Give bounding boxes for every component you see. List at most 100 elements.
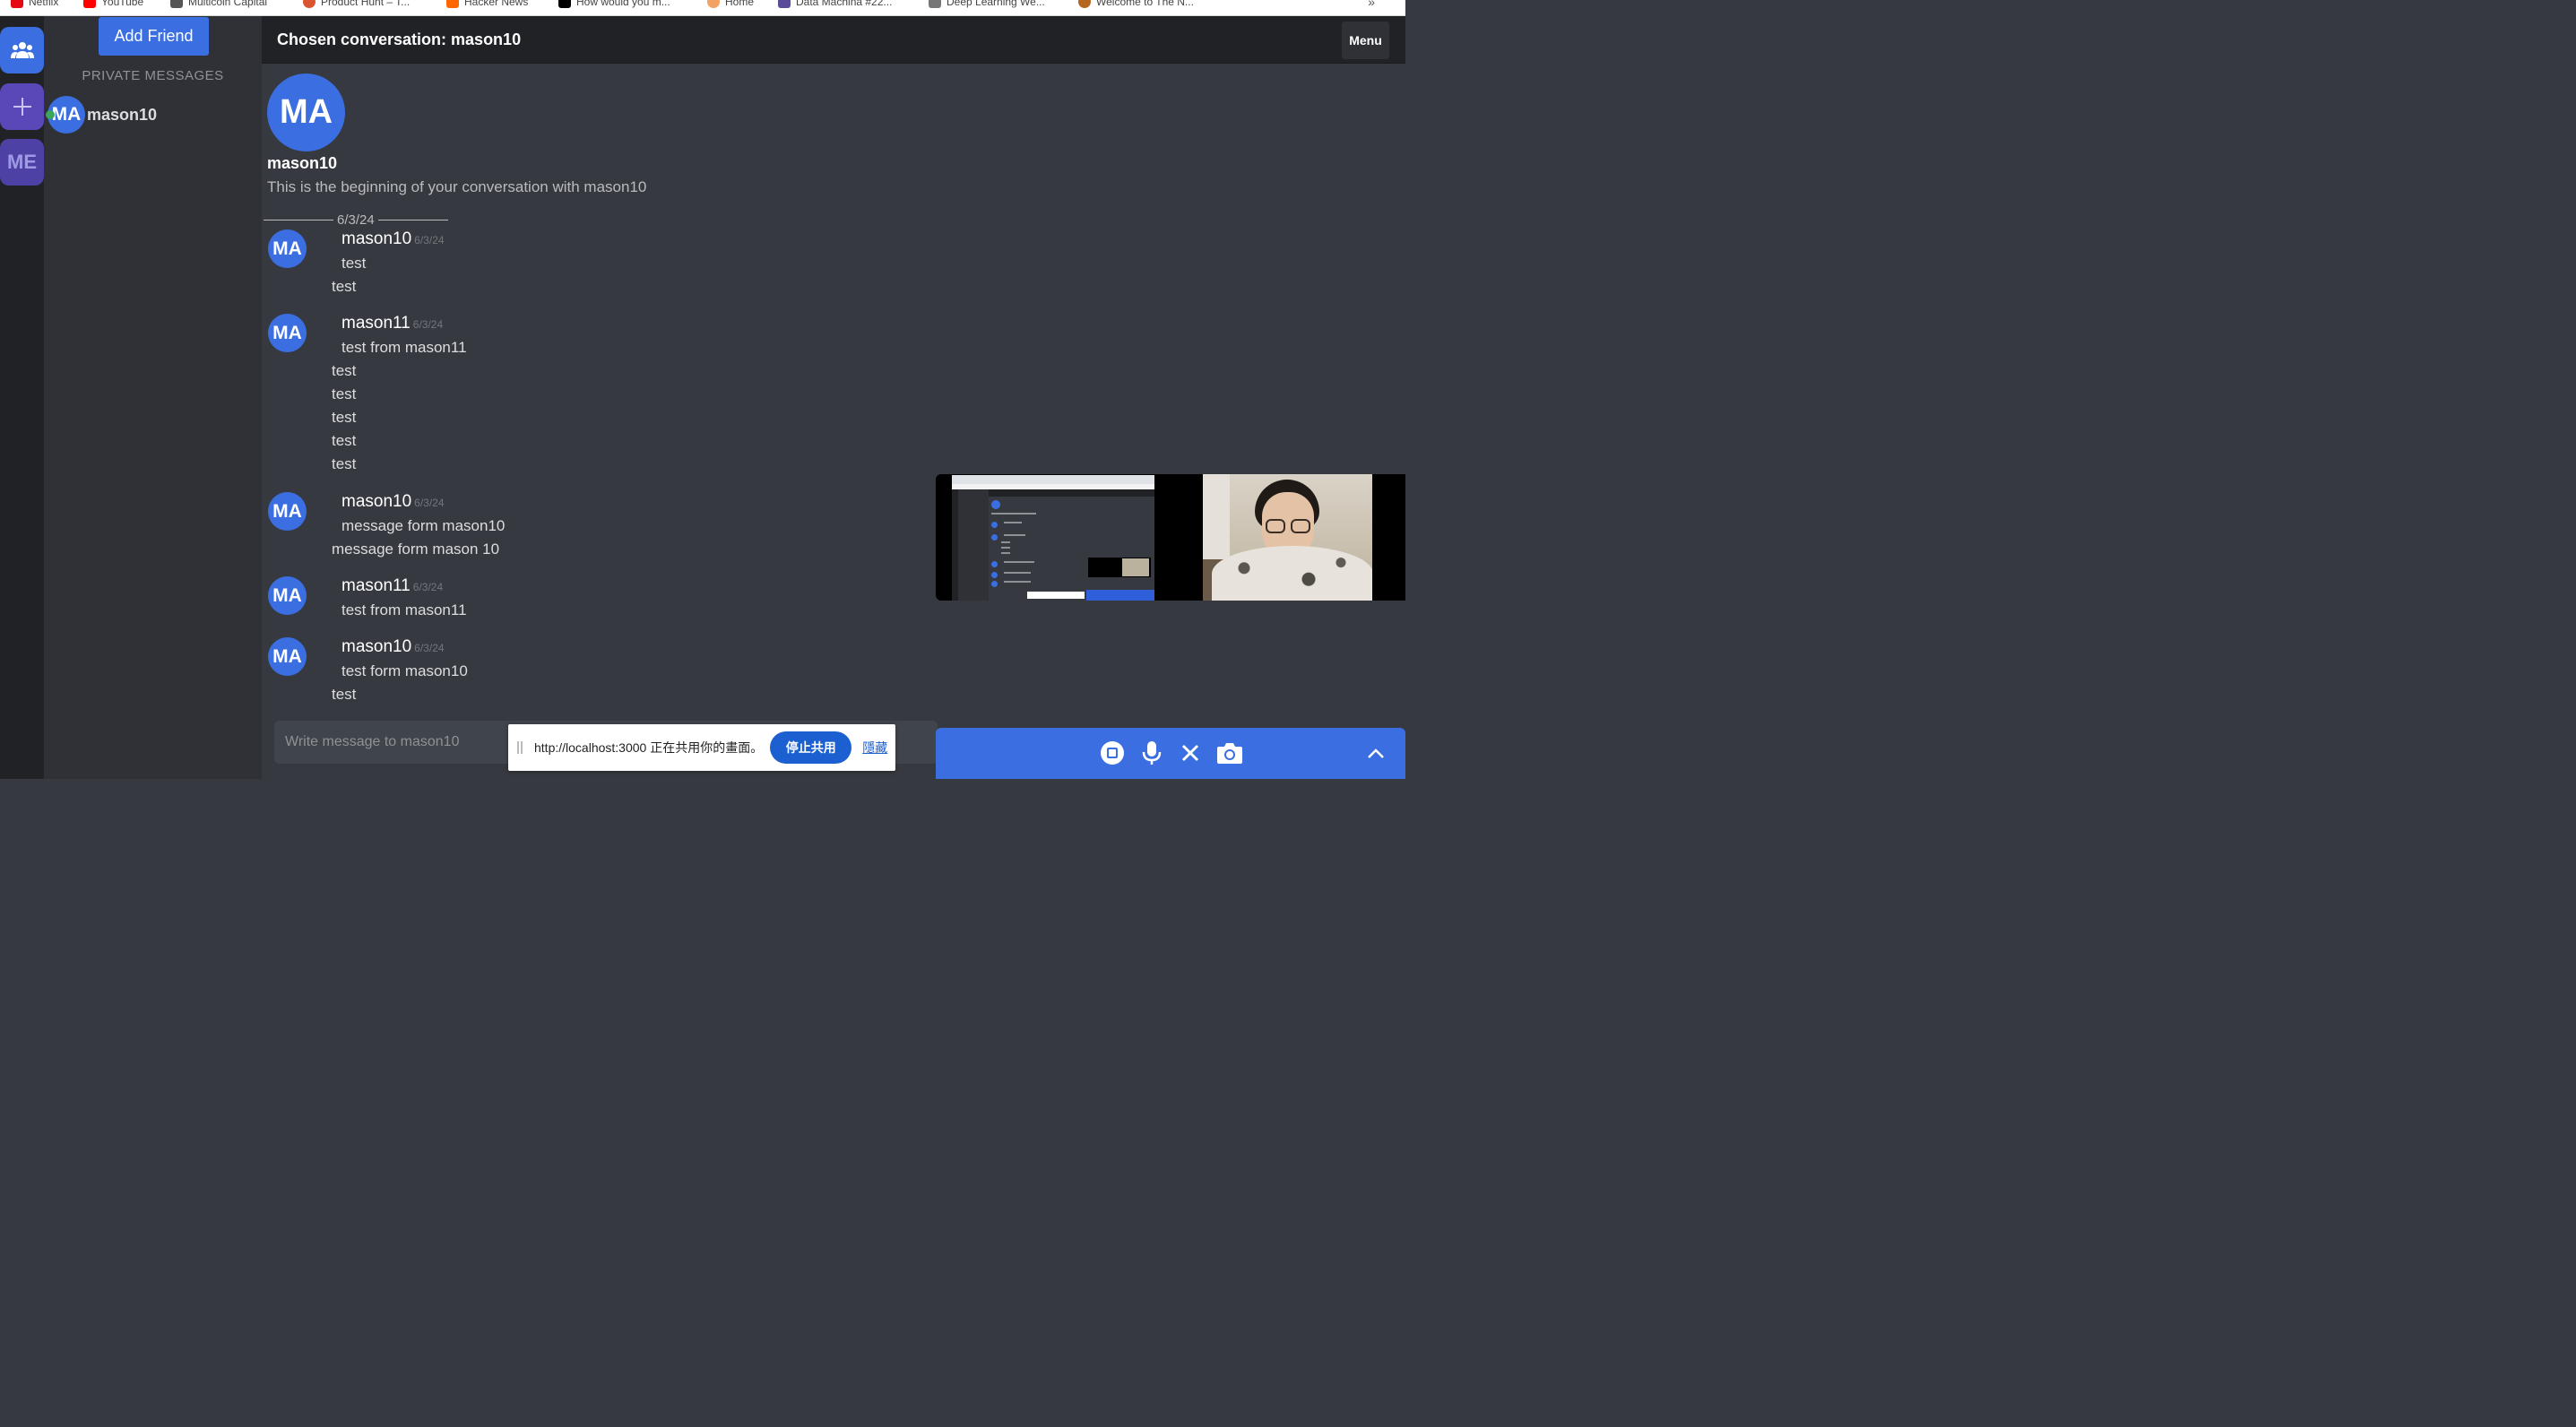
intro-name: mason10 [267, 154, 338, 172]
message-group: MA mason10 6/3/24 test test [262, 229, 943, 301]
message-text: test form mason10 [341, 662, 468, 679]
message-text: test [332, 362, 357, 379]
screen-share-preview [952, 475, 1154, 601]
message-input[interactable] [274, 721, 507, 764]
message-timestamp: 6/3/24 [412, 318, 444, 331]
camera-icon[interactable] [1216, 739, 1243, 766]
medium-icon [558, 0, 571, 8]
message-meta: mason10 6/3/24 [341, 637, 445, 657]
message-text: test [332, 432, 357, 449]
screen-share-notification: http://localhost:3000 正在共用你的畫面。 停止共用 隱藏 [508, 724, 895, 771]
message-text: test from mason11 [341, 601, 467, 618]
netflix-icon [11, 0, 23, 8]
bookmark-producthunt[interactable]: Product Hunt – T... [303, 0, 410, 11]
message-timestamp: 6/3/24 [414, 234, 445, 246]
message-meta: mason10 6/3/24 [341, 492, 445, 512]
divider-date: 6/3/24 [337, 212, 375, 228]
message-timestamp: 6/3/24 [414, 497, 445, 509]
close-icon[interactable] [1177, 739, 1204, 766]
add-server-button[interactable] [0, 83, 44, 130]
bookmark-welcome[interactable]: Welcome to The N... [1078, 0, 1194, 11]
bookmark-deeplearning[interactable]: Deep Learning We... [929, 0, 1045, 11]
add-friend-button[interactable]: Add Friend [99, 17, 209, 56]
home-icon [707, 0, 720, 8]
message-avatar[interactable]: MA [268, 637, 307, 676]
friends-button[interactable] [0, 27, 44, 74]
message-group: MA mason11 6/3/24 test from mason11 [262, 576, 943, 627]
message-meta: mason11 6/3/24 [341, 576, 443, 596]
page-title: Chosen conversation: mason10 [277, 30, 522, 48]
message-avatar[interactable]: MA [268, 576, 307, 615]
drag-handle[interactable] [517, 741, 523, 754]
multicoin-icon [170, 0, 183, 8]
message-group: MA mason10 6/3/24 message form mason10 me… [262, 492, 943, 564]
bookmark-youtube[interactable]: YouTube [83, 0, 143, 11]
message-meta: mason10 6/3/24 [341, 229, 445, 249]
message-avatar[interactable]: MA [268, 492, 307, 531]
screen-share-tile[interactable] [936, 474, 1171, 601]
avatar-initials: MA [51, 104, 82, 125]
dm-item-mason10[interactable]: MA mason10 [46, 95, 227, 134]
divider-line [264, 219, 333, 221]
message-avatar[interactable]: MA [268, 229, 307, 268]
webcam-feed [1203, 474, 1372, 601]
friends-icon [10, 42, 34, 58]
conversation-header: Chosen conversation: mason10 Menu [262, 16, 1405, 64]
divider-line [377, 219, 448, 221]
plus-icon [13, 98, 31, 116]
message-author[interactable]: mason10 [341, 229, 411, 248]
more-bookmarks-icon[interactable]: » [1368, 0, 1375, 9]
intro-text: This is the beginning of your conversati… [267, 178, 647, 195]
youtube-icon [83, 0, 96, 8]
stop-record-icon[interactable] [1099, 739, 1126, 766]
message-group: MA mason11 6/3/24 test from mason11 test … [262, 314, 943, 475]
message-text: test [332, 455, 357, 472]
avatar: MA [46, 96, 85, 134]
chevron-up-icon[interactable] [1362, 739, 1389, 766]
private-messages-heading: PRIVATE MESSAGES [82, 68, 224, 83]
message-author[interactable]: mason10 [341, 492, 411, 511]
bookmarks-bar: Netflix YouTube Multicoin Capital Produc… [0, 0, 1405, 16]
message-avatar[interactable]: MA [268, 314, 307, 352]
screen-share-text: http://localhost:3000 正在共用你的畫面。 [534, 740, 764, 755]
menu-button[interactable]: Menu [1342, 22, 1389, 59]
bookmark-netflix[interactable]: Netflix [11, 0, 58, 11]
video-call-panel [936, 474, 1405, 779]
bookmark-home[interactable]: Home [707, 0, 754, 11]
message-text: test [332, 278, 357, 295]
message-text: test from mason11 [341, 339, 467, 356]
message-text: message form mason10 [341, 517, 506, 534]
bookmark-hackernews[interactable]: Hacker News [446, 0, 528, 11]
dm-panel: Add Friend PRIVATE MESSAGES MA mason10 [44, 16, 262, 779]
stop-sharing-button[interactable]: 停止共用 [770, 731, 852, 764]
date-divider: 6/3/24 [264, 211, 454, 229]
call-controls [936, 728, 1405, 779]
intro-avatar: MA [267, 74, 345, 151]
message-text: test [332, 409, 357, 426]
bookmark-medium[interactable]: How would you m... [558, 0, 670, 11]
message-text: test [341, 255, 367, 272]
message-author[interactable]: mason11 [341, 576, 411, 595]
message-author[interactable]: mason10 [341, 637, 411, 656]
message-group: MA mason10 6/3/24 test form mason10 test [262, 637, 943, 709]
bookmark-multicoin[interactable]: Multicoin Capital [170, 0, 267, 11]
online-status-indicator [46, 110, 55, 119]
message-meta: mason11 6/3/24 [341, 314, 443, 333]
me-button[interactable]: ME [0, 139, 44, 186]
microphone-icon[interactable] [1138, 739, 1165, 766]
message-author[interactable]: mason11 [341, 314, 411, 333]
bookmark-datamachina[interactable]: Data Machina #22... [778, 0, 892, 11]
hackernews-icon [446, 0, 459, 8]
dm-item-name: mason10 [87, 105, 158, 124]
message-text: test [332, 385, 357, 402]
welcome-icon [1078, 0, 1091, 8]
datamachina-icon [778, 0, 791, 8]
message-timestamp: 6/3/24 [414, 642, 445, 654]
message-text: test [332, 686, 357, 703]
webcam-tile[interactable] [1171, 474, 1405, 601]
deeplearning-icon [929, 0, 941, 8]
producthunt-icon [303, 0, 316, 8]
server-rail: ME [0, 16, 44, 779]
message-timestamp: 6/3/24 [412, 581, 444, 593]
hide-link[interactable]: 隱藏 [862, 739, 887, 757]
